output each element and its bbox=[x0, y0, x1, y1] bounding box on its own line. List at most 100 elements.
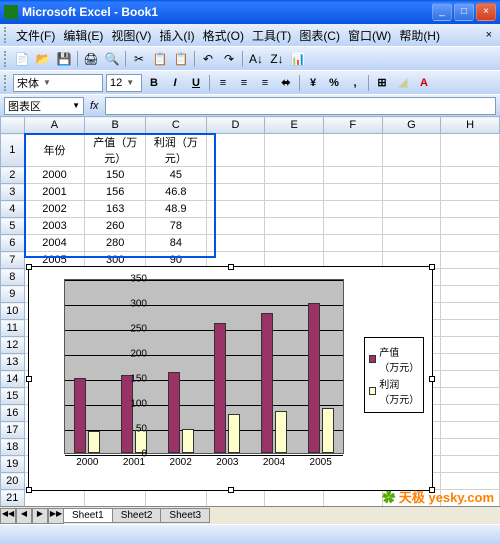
tab-next-button[interactable]: ▶ bbox=[32, 508, 48, 524]
legend-item[interactable]: 产值（万元） bbox=[369, 344, 419, 374]
col-header[interactable]: B bbox=[85, 117, 146, 134]
resize-handle[interactable] bbox=[429, 264, 435, 270]
row-header[interactable]: 7 bbox=[1, 252, 25, 269]
cell[interactable] bbox=[265, 167, 324, 184]
preview-button[interactable]: 🔍 bbox=[103, 50, 121, 68]
currency-button[interactable]: ¥ bbox=[304, 74, 322, 92]
row-header[interactable]: 16 bbox=[1, 405, 25, 422]
menu-item[interactable]: 窗口(W) bbox=[344, 25, 395, 46]
resize-handle[interactable] bbox=[228, 264, 234, 270]
cell[interactable]: 2002 bbox=[24, 201, 85, 218]
menu-item[interactable]: 图表(C) bbox=[295, 25, 344, 46]
chart-bar[interactable] bbox=[308, 303, 320, 453]
cell[interactable]: 利润（万元） bbox=[146, 134, 207, 167]
formula-input[interactable] bbox=[105, 97, 496, 115]
menu-item[interactable]: 视图(V) bbox=[107, 25, 155, 46]
toolbar-grip[interactable] bbox=[4, 51, 8, 67]
cell[interactable] bbox=[323, 201, 382, 218]
open-button[interactable]: 📂 bbox=[34, 50, 52, 68]
row-header[interactable]: 14 bbox=[1, 371, 25, 388]
resize-handle[interactable] bbox=[228, 487, 234, 493]
italic-button[interactable]: I bbox=[166, 74, 184, 92]
chart-plot-area[interactable] bbox=[64, 279, 344, 454]
align-left-button[interactable]: ≡ bbox=[214, 74, 232, 92]
cell[interactable]: 2003 bbox=[24, 218, 85, 235]
undo-button[interactable]: ↶ bbox=[199, 50, 217, 68]
chart-bar[interactable] bbox=[322, 408, 334, 453]
align-right-button[interactable]: ≡ bbox=[256, 74, 274, 92]
cell[interactable]: 78 bbox=[146, 218, 207, 235]
cell[interactable]: 280 bbox=[85, 235, 146, 252]
cell[interactable] bbox=[441, 337, 500, 354]
cell[interactable] bbox=[85, 490, 146, 507]
cell[interactable] bbox=[441, 235, 500, 252]
cell[interactable] bbox=[441, 456, 500, 473]
row-header[interactable]: 21 bbox=[1, 490, 25, 507]
col-header[interactable]: E bbox=[265, 117, 324, 134]
menu-item[interactable]: 插入(I) bbox=[155, 25, 198, 46]
cell[interactable] bbox=[441, 303, 500, 320]
row-header[interactable]: 19 bbox=[1, 456, 25, 473]
copy-button[interactable]: 📋 bbox=[151, 50, 169, 68]
tab-prev-button[interactable]: ◀ bbox=[16, 508, 32, 524]
row-header[interactable]: 4 bbox=[1, 201, 25, 218]
legend-item[interactable]: 利润（万元） bbox=[369, 376, 419, 406]
chart-bar[interactable] bbox=[275, 411, 287, 453]
cell[interactable] bbox=[382, 184, 441, 201]
row-header[interactable]: 9 bbox=[1, 286, 25, 303]
cell[interactable] bbox=[441, 167, 500, 184]
cell[interactable] bbox=[323, 167, 382, 184]
chart-bar[interactable] bbox=[182, 429, 194, 453]
cell[interactable] bbox=[441, 320, 500, 337]
row-header[interactable]: 10 bbox=[1, 303, 25, 320]
chart-legend[interactable]: 产值（万元）利润（万元） bbox=[364, 337, 424, 413]
cell[interactable] bbox=[24, 490, 85, 507]
cell[interactable]: 260 bbox=[85, 218, 146, 235]
cell[interactable] bbox=[441, 201, 500, 218]
row-header[interactable]: 20 bbox=[1, 473, 25, 490]
close-button[interactable]: × bbox=[476, 3, 496, 21]
cell[interactable] bbox=[441, 184, 500, 201]
row-header[interactable]: 5 bbox=[1, 218, 25, 235]
col-header[interactable]: F bbox=[323, 117, 382, 134]
sheet-tab[interactable]: Sheet2 bbox=[112, 508, 162, 523]
cell[interactable]: 产值（万元） bbox=[85, 134, 146, 167]
cell[interactable]: 46.8 bbox=[146, 184, 207, 201]
sort-desc-button[interactable]: Z↓ bbox=[268, 50, 286, 68]
cell[interactable] bbox=[441, 286, 500, 303]
col-header[interactable]: G bbox=[382, 117, 441, 134]
chart-bar[interactable] bbox=[228, 414, 240, 453]
tab-first-button[interactable]: ◀◀ bbox=[0, 508, 16, 524]
cell[interactable] bbox=[265, 218, 324, 235]
cell[interactable] bbox=[265, 184, 324, 201]
print-button[interactable]: 🖨 bbox=[82, 50, 100, 68]
cell[interactable]: 163 bbox=[85, 201, 146, 218]
row-header[interactable]: 13 bbox=[1, 354, 25, 371]
cell[interactable] bbox=[265, 235, 324, 252]
cell[interactable] bbox=[265, 490, 324, 507]
underline-button[interactable]: U bbox=[187, 74, 205, 92]
cell[interactable] bbox=[323, 134, 382, 167]
cell[interactable] bbox=[441, 439, 500, 456]
fx-label[interactable]: fx bbox=[86, 100, 103, 112]
chart-bar[interactable] bbox=[214, 323, 226, 453]
cell[interactable] bbox=[382, 218, 441, 235]
cell[interactable] bbox=[146, 490, 207, 507]
fmt-grip[interactable] bbox=[4, 75, 8, 91]
workbook-close-button[interactable]: × bbox=[482, 29, 496, 41]
col-header[interactable]: C bbox=[146, 117, 207, 134]
cell[interactable] bbox=[265, 201, 324, 218]
minimize-button[interactable]: _ bbox=[432, 3, 452, 21]
font-name-combo[interactable]: 宋体 ▼ bbox=[13, 74, 103, 92]
embedded-chart[interactable]: 050100150200250300350 200020012002200320… bbox=[28, 266, 433, 491]
comma-button[interactable]: , bbox=[346, 74, 364, 92]
chart-bar[interactable] bbox=[74, 378, 86, 453]
cell[interactable] bbox=[441, 354, 500, 371]
cell[interactable] bbox=[441, 218, 500, 235]
cell[interactable]: 45 bbox=[146, 167, 207, 184]
select-all-cell[interactable] bbox=[1, 117, 25, 134]
cell[interactable] bbox=[441, 422, 500, 439]
resize-handle[interactable] bbox=[26, 264, 32, 270]
resize-handle[interactable] bbox=[429, 487, 435, 493]
borders-button[interactable]: ⊞ bbox=[373, 74, 391, 92]
